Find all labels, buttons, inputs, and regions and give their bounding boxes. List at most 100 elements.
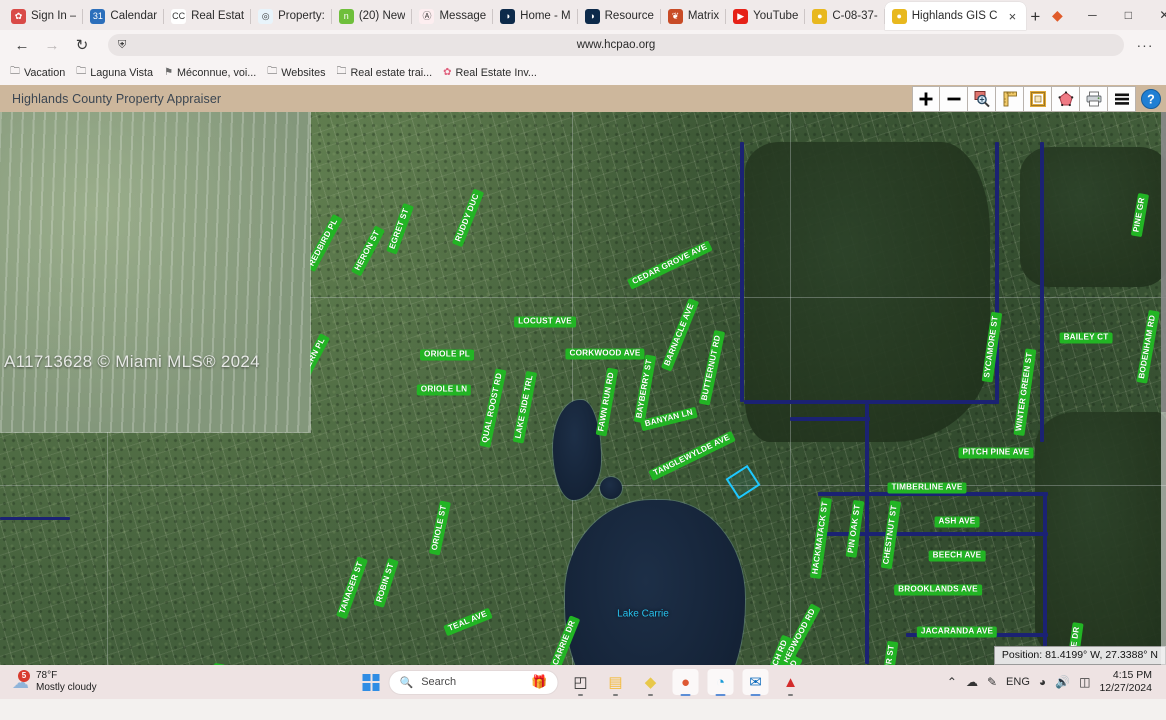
search-illustration-icon: 🎁 — [531, 674, 547, 690]
street-label: TANGLEWYLDE AVE — [648, 431, 735, 481]
woodland-area — [745, 142, 990, 442]
street-label: HERON ST — [351, 225, 385, 276]
browser-tab[interactable]: ◑Home - M — [493, 2, 577, 30]
outlook-icon[interactable]: ✉ — [743, 669, 769, 695]
lake-carrie-label: Lake Carrie — [617, 609, 669, 620]
ruler-icon[interactable] — [996, 86, 1024, 112]
ruler-area-icon[interactable] — [1024, 86, 1052, 112]
polygon-icon[interactable] — [1052, 86, 1080, 112]
window-controls: ◆ ─ □ ✕ — [1040, 0, 1166, 30]
mls-photo-overlay — [0, 112, 310, 432]
question-circle-icon[interactable]: ? — [1136, 86, 1166, 112]
new-tab-button[interactable]: + — [1030, 4, 1040, 30]
browser-essentials-icon[interactable]: ◆ — [1040, 0, 1074, 30]
map-canvas[interactable]: Lake Carrie REDBIRD PLHERON STEGRET STRU… — [0, 112, 1166, 665]
close-window-button[interactable]: ✕ — [1146, 0, 1166, 30]
street-label: REDBIRD PL — [305, 214, 343, 272]
bookmark-item[interactable]: 🗀Websites — [267, 64, 325, 81]
scrollbar-thumb[interactable] — [1161, 112, 1166, 412]
forward-button[interactable]: → — [38, 32, 66, 58]
back-button[interactable]: ← — [8, 32, 36, 58]
browser-tab[interactable]: ●Highlands GIS C× — [885, 2, 1027, 30]
street-label: CEDAR GROVE AVE — [627, 240, 713, 290]
tray-expand-icon[interactable]: ⌃ — [947, 675, 957, 689]
language-indicator[interactable]: ENG — [1006, 676, 1030, 688]
app-running-indicator — [751, 694, 761, 696]
gis-header: Highlands County Property Appraiser — [0, 85, 1166, 112]
selected-parcel-highlight[interactable] — [726, 465, 761, 499]
zoom-in-button[interactable] — [912, 86, 940, 112]
browser-tab[interactable]: ●C-08-37- — [805, 2, 884, 30]
street-label: WINTER GREEN ST — [1013, 348, 1036, 436]
reload-button[interactable]: ↻ — [68, 32, 96, 58]
gis-toolbar: ? — [912, 85, 1166, 112]
tab-title: Resource — [605, 10, 654, 22]
printer-icon[interactable] — [1080, 86, 1108, 112]
street-label: ORIOLE LN — [417, 384, 471, 395]
taskview-icon[interactable]: ◰ — [568, 669, 594, 695]
tab-title: Sign In – — [31, 10, 76, 22]
battery-icon[interactable]: ◫ — [1079, 675, 1090, 689]
canal — [790, 417, 870, 421]
browser-tab[interactable]: CCReal Estat — [164, 2, 251, 30]
start-button[interactable] — [363, 674, 380, 691]
browser-tab[interactable]: 31Calendar — [83, 2, 164, 30]
weather-widget[interactable]: ☁ 5 78°F Mostly cloudy — [6, 670, 97, 695]
lake-carrie — [565, 500, 745, 665]
onedrive-icon[interactable]: ☁ — [966, 675, 978, 689]
clock[interactable]: 4:15 PM 12/27/2024 — [1099, 669, 1152, 695]
street-label: BEECH AVE — [929, 550, 986, 561]
app-running-indicator — [578, 694, 583, 696]
street-label: JACARANDA AVE — [917, 626, 997, 637]
street-label: FRASER FIR ST — [877, 640, 898, 665]
browser-tab[interactable]: ◑Resource — [578, 2, 661, 30]
volume-icon[interactable]: 🔊 — [1055, 675, 1070, 689]
maximize-button[interactable]: □ — [1110, 0, 1146, 30]
search-input[interactable]: 🔍 Search 🎁 — [389, 670, 559, 695]
tab-title: YouTube — [753, 10, 798, 22]
tab-title: Matrix — [688, 10, 719, 22]
canal — [0, 517, 70, 520]
acrobat-icon[interactable]: ▲ — [778, 669, 804, 695]
oc-icon: CC — [171, 9, 186, 24]
map-vertical-scrollbar[interactable] — [1161, 112, 1166, 665]
edge-icon[interactable]: ◔ — [708, 669, 734, 695]
browser-tab[interactable]: n(20) New — [332, 2, 413, 30]
bookmark-item[interactable]: 🗀Laguna Vista — [76, 64, 153, 81]
browser-tab[interactable]: ✿Sign In – — [4, 2, 83, 30]
navigation-bar: ← → ↻ ⛨ www.hcpao.org ··· — [0, 30, 1166, 60]
tab-title: Property: — [278, 10, 325, 22]
browser-tab[interactable]: ◎Property: — [251, 2, 332, 30]
hamburger-icon[interactable] — [1108, 86, 1136, 112]
minimize-button[interactable]: ─ — [1074, 0, 1110, 30]
street-label: LAKE SIDE TRL — [513, 370, 538, 443]
browser-tab[interactable]: ⒶMessage — [412, 2, 493, 30]
bookmark-item[interactable]: ✿Real Estate Inv... — [443, 67, 537, 79]
street-label: BROOKLANDS AVE — [894, 584, 982, 595]
street-label: ROBIN ST — [373, 558, 399, 608]
browser-tab[interactable]: ❦Matrix — [661, 2, 726, 30]
file-explorer-icon[interactable]: ▤ — [603, 669, 629, 695]
duckduckgo-icon[interactable]: ● — [673, 669, 699, 695]
bookmark-item[interactable]: ⚑Méconnue, voi... — [164, 67, 256, 79]
browser-menu-button[interactable]: ··· — [1132, 32, 1158, 58]
browser-tab[interactable]: ▶YouTube — [726, 2, 805, 30]
app-running-indicator — [681, 694, 691, 696]
street-label: EGRET ST — [386, 203, 414, 254]
app-running-indicator — [648, 694, 653, 696]
tab-title: (20) New — [359, 10, 406, 22]
bookmark-item[interactable]: 🗀Real estate trai... — [336, 64, 432, 81]
flag-icon: ⚑ — [164, 67, 173, 78]
search-placeholder: Search — [421, 676, 456, 688]
canal — [1043, 492, 1047, 665]
zoom-out-button[interactable] — [940, 86, 968, 112]
address-bar[interactable]: ⛨ www.hcpao.org — [108, 34, 1124, 56]
pen-icon[interactable]: ✎ — [987, 675, 997, 689]
close-icon[interactable]: × — [1005, 10, 1019, 23]
bookmark-item[interactable]: 🗀Vacation — [10, 64, 65, 81]
wifi-icon[interactable]: ◕ — [1039, 675, 1046, 689]
package-icon[interactable]: ◆ — [638, 669, 664, 695]
svg-text:?: ? — [1147, 92, 1155, 106]
zoom-select-icon[interactable] — [968, 86, 996, 112]
street-label: TANAGER ST — [336, 557, 368, 620]
